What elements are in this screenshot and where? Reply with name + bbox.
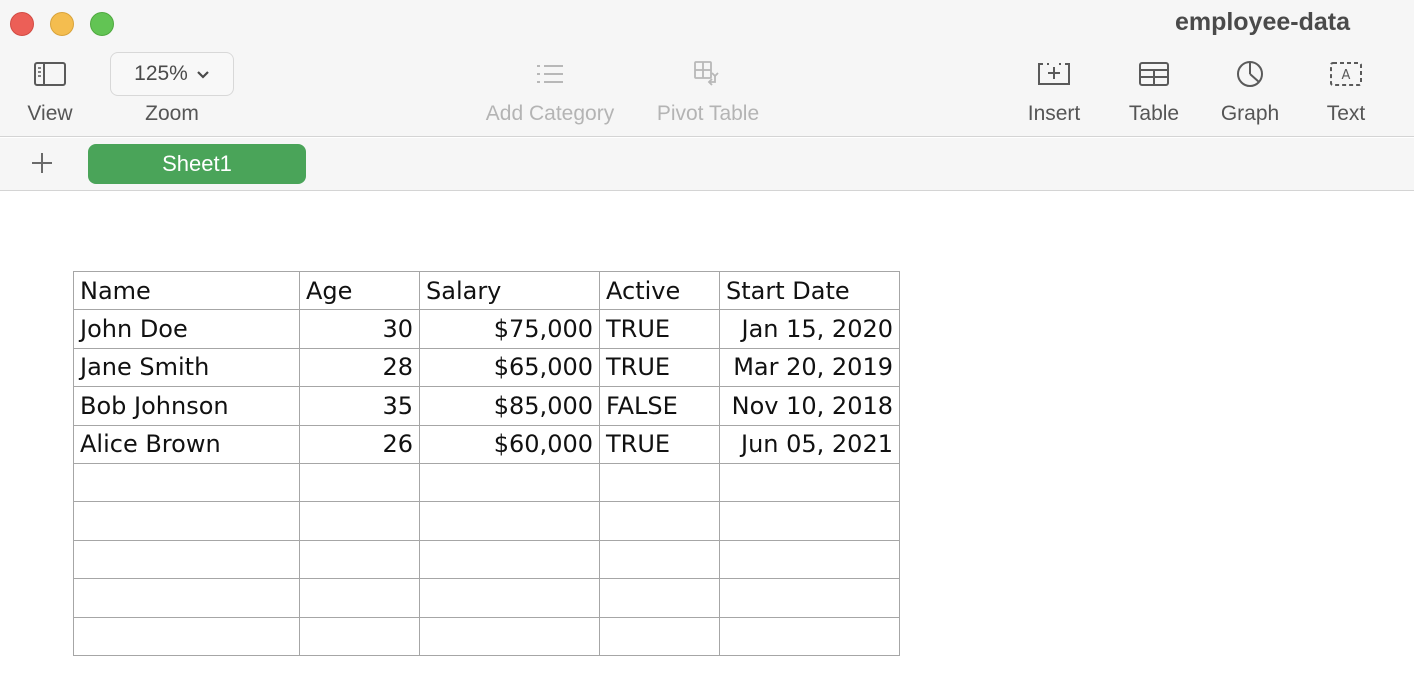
table-cell[interactable] [719,616,900,656]
table-cell[interactable] [599,501,720,541]
table-cell[interactable] [599,539,720,580]
table-cell[interactable]: 30 [299,309,420,349]
add-sheet-button[interactable] [28,149,56,177]
header-row: Name Age Salary Active Start Date [73,270,900,311]
sheet-tab-bar: Sheet1 [0,138,1414,191]
table-cell[interactable] [73,616,300,656]
graph-button[interactable]: Graph [1212,52,1288,126]
table-cell[interactable] [719,501,900,541]
table-cell[interactable]: Nov 10, 2018 [719,386,900,426]
table-cell[interactable] [719,539,900,580]
table-cell[interactable] [599,462,720,503]
table-cell[interactable] [299,462,420,503]
table-cell[interactable] [419,578,600,618]
insert-label: Insert [1027,102,1081,125]
table-cell[interactable]: TRUE [599,424,720,464]
table-cell[interactable]: FALSE [599,386,720,426]
table-cell[interactable]: $75,000 [419,309,600,349]
list-icon [470,52,630,96]
text-button[interactable]: A Text [1310,52,1382,126]
close-window-button[interactable] [10,12,34,36]
graph-label: Graph [1220,102,1280,125]
pivot-table-icon [648,52,768,96]
sheet-tab-sheet1[interactable]: Sheet1 [88,144,306,184]
table-cell[interactable] [299,578,420,618]
zoom-control[interactable]: 125% Zoom [110,52,234,126]
table-cell[interactable] [719,578,900,618]
table-cell[interactable] [599,578,720,618]
table-row [73,578,900,618]
table-cell[interactable]: 28 [299,347,420,388]
header-cell[interactable]: Start Date [719,270,900,311]
insert-icon [1016,52,1092,96]
table-cell[interactable] [73,501,300,541]
table-cell[interactable]: Jane Smith [73,347,300,388]
table-cell[interactable]: Jun 05, 2021 [719,424,900,464]
add-category-label: Add Category [485,102,615,125]
table-label: Table [1128,102,1180,125]
text-box-icon: A [1310,52,1382,96]
table-cell[interactable]: $65,000 [419,347,600,388]
table-cell[interactable] [419,616,600,656]
plus-icon [32,153,52,173]
table-row: Alice Brown 26 $60,000 TRUE Jun 05, 2021 [73,424,900,464]
table-cell[interactable]: TRUE [599,309,720,349]
table-cell[interactable]: Bob Johnson [73,386,300,426]
table-row: John Doe 30 $75,000 TRUE Jan 15, 2020 [73,309,900,349]
table-cell[interactable]: Mar 20, 2019 [719,347,900,388]
minimize-window-button[interactable] [50,12,74,36]
table-cell[interactable] [719,462,900,503]
table-cell[interactable]: $85,000 [419,386,600,426]
table-row: Bob Johnson 35 $85,000 FALSE Nov 10, 2018 [73,386,900,426]
table-cell[interactable] [419,501,600,541]
table-row [73,616,900,656]
table-cell[interactable] [73,539,300,580]
pie-chart-icon [1212,52,1288,96]
table-cell[interactable] [73,462,300,503]
add-category-button[interactable]: Add Category [470,52,630,126]
table-row [73,501,900,541]
table-cell[interactable]: 35 [299,386,420,426]
table-row: Jane Smith 28 $65,000 TRUE Mar 20, 2019 [73,347,900,388]
header-cell[interactable]: Active [599,270,720,311]
text-label: Text [1326,102,1366,125]
table-cell[interactable] [299,616,420,656]
zoom-label: Zoom [145,102,199,125]
table-button[interactable]: Table [1118,52,1190,126]
insert-button[interactable]: Insert [1016,52,1092,126]
data-table: Name Age Salary Active Start Date John Doe 30 $… [73,270,900,656]
table-cell[interactable] [73,578,300,618]
table-cell[interactable]: 26 [299,424,420,464]
table-cell[interactable] [299,501,420,541]
table-cell[interactable] [299,539,420,580]
pivot-table-label: Pivot Table [656,102,760,125]
view-label: View [27,102,73,125]
chevron-down-icon [196,62,210,86]
title-bar: employee-data View 125% Zoom Add Categor… [0,0,1414,137]
table-cell[interactable]: TRUE [599,347,720,388]
maximize-window-button[interactable] [90,12,114,36]
document-title: employee-data [1174,8,1350,36]
table-row [73,539,900,580]
zoom-select[interactable]: 125% [110,52,234,96]
view-button[interactable]: View [14,52,86,126]
table-cell[interactable]: Alice Brown [73,424,300,464]
svg-text:A: A [1342,68,1351,83]
table-cell[interactable] [599,616,720,656]
header-cell[interactable]: Age [299,270,420,311]
table-cell[interactable] [419,539,600,580]
table-cell[interactable]: $60,000 [419,424,600,464]
zoom-value: 125% [134,62,188,85]
header-cell[interactable]: Name [73,270,300,311]
table-row [73,462,900,503]
table-cell[interactable]: Jan 15, 2020 [719,309,900,349]
header-cell[interactable]: Salary [419,270,600,311]
sidebar-icon [14,52,86,96]
table-icon [1118,52,1190,96]
table-cell[interactable] [419,462,600,503]
table-cell[interactable]: John Doe [73,309,300,349]
pivot-table-button[interactable]: Pivot Table [648,52,768,126]
